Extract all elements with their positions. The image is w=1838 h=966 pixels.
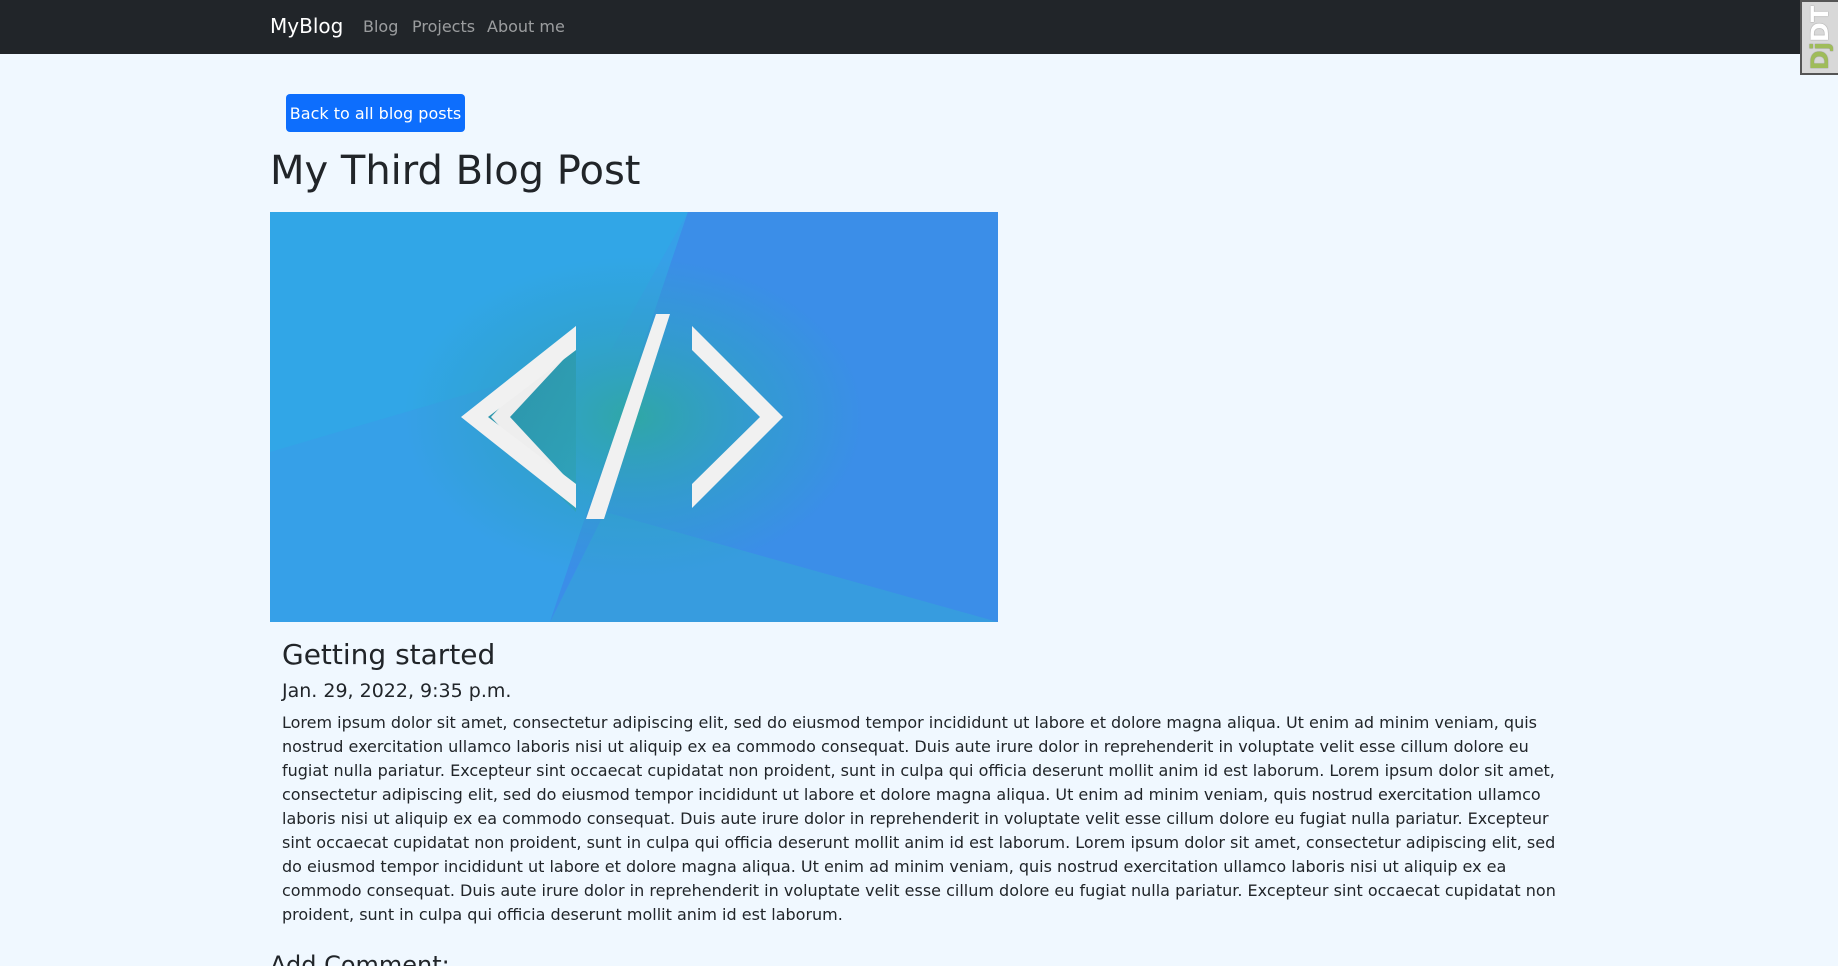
- post-subtitle: Getting started: [282, 638, 496, 671]
- nav-link-blog[interactable]: Blog: [363, 17, 398, 36]
- post-date: Jan. 29, 2022, 9:35 p.m.: [282, 680, 512, 702]
- nav-link-about-me[interactable]: About me: [487, 17, 565, 36]
- debug-toolbar-label-suffix: DT: [1806, 5, 1835, 42]
- navbar: MyBlog Blog Projects About me: [0, 0, 1838, 54]
- brand-link[interactable]: MyBlog: [270, 14, 343, 38]
- back-to-posts-button[interactable]: Back to all blog posts: [286, 94, 465, 132]
- post-body: Lorem ipsum dolor sit amet, consectetur …: [282, 713, 1556, 924]
- debug-toolbar-label-prefix: Dj: [1806, 41, 1835, 70]
- post-image: [270, 212, 998, 622]
- code-icon: [270, 212, 998, 622]
- page-title: My Third Blog Post: [270, 148, 641, 194]
- debug-toolbar-handle[interactable]: DjDT: [1800, 0, 1838, 75]
- nav-link-projects[interactable]: Projects: [412, 17, 475, 36]
- add-comment-heading: Add Comment:: [270, 951, 450, 966]
